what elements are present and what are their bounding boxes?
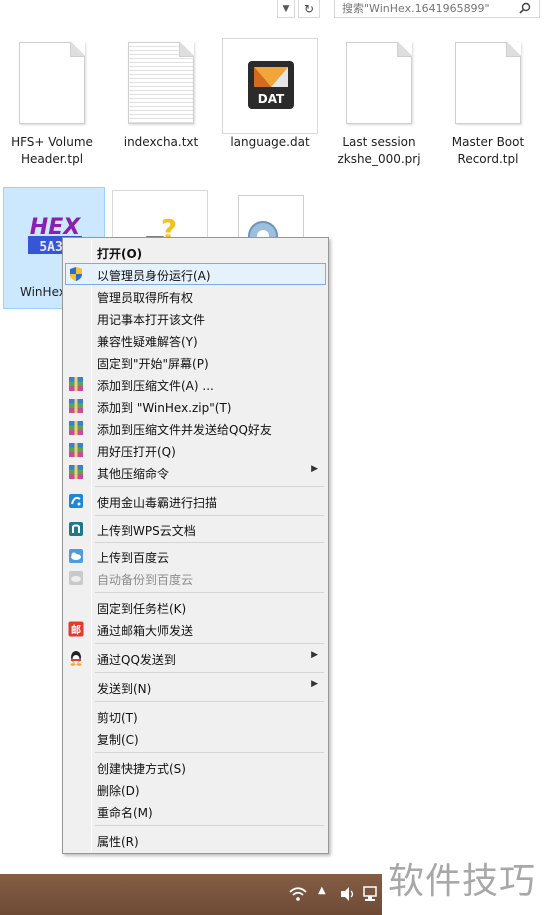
menu-separator <box>95 542 324 543</box>
file-name: indexcha.txt <box>123 135 199 149</box>
menu-separator <box>95 672 324 673</box>
menu-item-run-as-admin[interactable]: 以管理员身份运行(A) <box>65 263 326 285</box>
archive-icon <box>69 443 83 457</box>
file-master-boot-record[interactable]: Master Boot Record.tpl <box>436 38 540 168</box>
file-indexcha-txt[interactable]: indexcha.txt <box>109 38 213 168</box>
document-icon <box>346 42 412 124</box>
archive-icon <box>69 399 83 413</box>
watermark: 软件技巧 <box>388 861 537 902</box>
refresh-icon: ↻ <box>303 1 315 16</box>
show-hidden-icons-icon[interactable]: ▲ <box>318 885 326 896</box>
chevron-down-icon: ▼ <box>282 3 290 14</box>
taskbar: ▲ <box>0 874 382 915</box>
menu-item-open-haozip[interactable]: 用好压打开(Q) <box>65 439 326 461</box>
thumbnail-frame: DAT <box>222 38 318 134</box>
dat-icon-label: DAT <box>257 92 285 106</box>
submenu-arrow-icon: ▶ <box>311 650 318 660</box>
document-icon <box>19 42 85 124</box>
menu-item-duba-scan[interactable]: 使用金山毒霸进行扫描 <box>65 490 326 512</box>
menu-item-add-winhex-zip[interactable]: 添加到 "WinHex.zip"(T) <box>65 395 326 417</box>
document-icon <box>455 42 521 124</box>
baidu-cloud-icon <box>69 549 83 563</box>
menu-item-auto-backup-baidu[interactable]: 自动备份到百度云 <box>65 567 326 589</box>
archive-icon <box>69 377 83 391</box>
mail-master-icon: 邮 <box>68 621 84 637</box>
menu-separator <box>95 486 324 487</box>
archive-icon <box>69 465 83 479</box>
menu-item-properties[interactable]: 属性(R) <box>65 829 326 851</box>
svg-text:邮: 邮 <box>71 624 81 637</box>
context-menu: 打开(O) 以管理员身份运行(A) 管理员取得所有权 用记事本打开该文件 兼容性… <box>62 237 329 854</box>
menu-separator <box>95 701 324 702</box>
submenu-arrow-icon: ▶ <box>311 679 318 689</box>
archive-icon <box>69 421 83 435</box>
volume-icon[interactable] <box>339 886 357 902</box>
duba-antivirus-icon <box>69 494 83 508</box>
menu-separator <box>95 643 324 644</box>
menu-separator <box>95 515 324 516</box>
address-toolbar: ▼ ↻ <box>0 0 547 22</box>
dat-file-icon: DAT <box>248 61 294 109</box>
search-input[interactable] <box>335 0 515 17</box>
file-hfs-volume-header[interactable]: HFS+ Volume Header.tpl <box>0 38 104 168</box>
file-name: WinHex <box>20 285 66 299</box>
menu-item-upload-baidu[interactable]: 上传到百度云 <box>65 545 326 567</box>
menu-item-send-to[interactable]: 发送到(N) ▶ <box>65 676 326 698</box>
qq-penguin-icon <box>70 651 82 666</box>
search-box[interactable] <box>334 0 540 18</box>
baidu-backup-icon <box>69 571 83 585</box>
menu-item-send-mail-master[interactable]: 邮 通过邮箱大师发送 <box>65 618 326 640</box>
file-name: HFS+ Volume Header.tpl <box>11 135 93 166</box>
menu-item-send-qq[interactable]: 通过QQ发送到 ▶ <box>65 647 326 669</box>
network-icon[interactable] <box>362 886 378 902</box>
menu-item-add-archive[interactable]: 添加到压缩文件(A) ... <box>65 373 326 395</box>
text-file-icon <box>128 42 194 124</box>
menu-item-rename[interactable]: 重命名(M) <box>65 800 326 822</box>
menu-item-open[interactable]: 打开(O) <box>65 241 326 263</box>
search-icon[interactable] <box>519 2 531 14</box>
menu-item-create-shortcut[interactable]: 创建快捷方式(S) <box>65 756 326 778</box>
menu-item-pin-taskbar[interactable]: 固定到任务栏(K) <box>65 596 326 618</box>
menu-separator <box>95 825 324 826</box>
file-name: Last session zkshe_000.prj <box>337 135 421 166</box>
menu-item-upload-wps[interactable]: 上传到WPS云文档 <box>65 518 326 540</box>
menu-separator <box>95 592 324 593</box>
wps-cloud-icon <box>69 522 83 536</box>
wifi-icon[interactable] <box>288 886 308 902</box>
menu-item-open-notepad[interactable]: 用记事本打开该文件 <box>65 307 326 329</box>
history-dropdown-button[interactable]: ▼ <box>277 0 295 18</box>
menu-item-other-compress[interactable]: 其他压缩命令 ▶ <box>65 461 326 483</box>
refresh-button[interactable]: ↻ <box>298 0 320 18</box>
menu-separator <box>95 752 324 753</box>
submenu-arrow-icon: ▶ <box>311 464 318 474</box>
menu-item-archive-send-qq[interactable]: 添加到压缩文件并发送给QQ好友 <box>65 417 326 439</box>
menu-item-troubleshoot[interactable]: 兼容性疑难解答(Y) <box>65 329 326 351</box>
uac-shield-icon <box>70 267 82 281</box>
menu-item-delete[interactable]: 删除(D) <box>65 778 326 800</box>
menu-item-cut[interactable]: 剪切(T) <box>65 705 326 727</box>
menu-item-copy[interactable]: 复制(C) <box>65 727 326 749</box>
file-name: Master Boot Record.tpl <box>451 135 525 166</box>
file-last-session[interactable]: Last session zkshe_000.prj <box>327 38 431 168</box>
file-name: language.dat <box>230 135 310 149</box>
file-language-dat[interactable]: DAT language.dat <box>218 38 322 168</box>
menu-item-pin-start[interactable]: 固定到"开始"屏幕(P) <box>65 351 326 373</box>
menu-item-take-ownership[interactable]: 管理员取得所有权 <box>65 285 326 307</box>
